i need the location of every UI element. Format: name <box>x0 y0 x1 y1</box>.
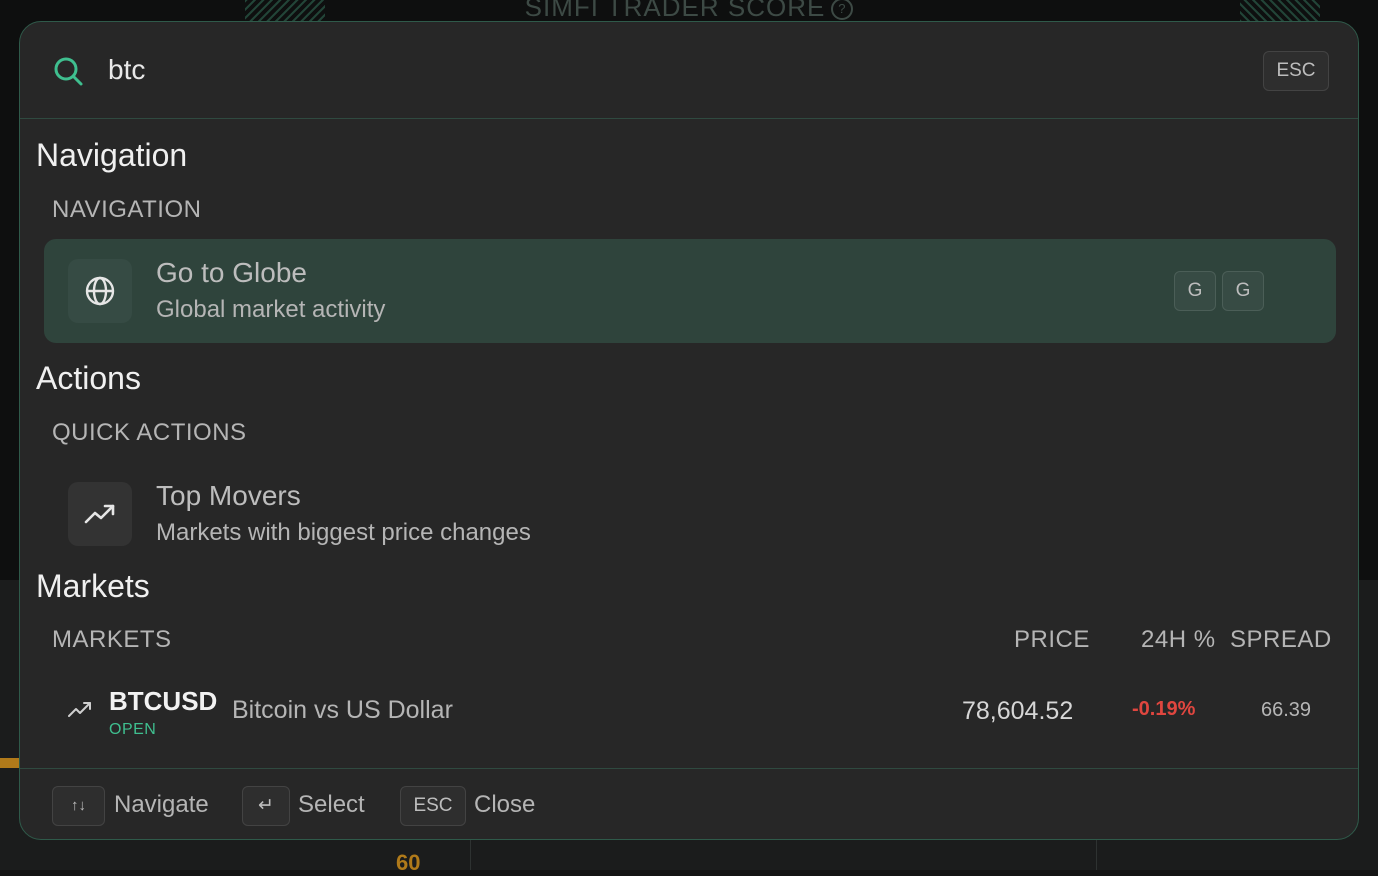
trending-up-icon <box>68 702 91 717</box>
navigate-label: Navigate <box>114 791 209 818</box>
background-score-title: SIMFI TRADER SCORE? <box>0 0 1378 23</box>
market-ticker: BTCUSD <box>109 686 218 716</box>
item-title: Top Movers <box>156 480 301 511</box>
background-divider <box>1096 840 1097 870</box>
column-header-price: PRICE <box>1014 626 1090 653</box>
score-title-text: SIMFI TRADER SCORE <box>524 0 826 22</box>
item-icon-box <box>68 482 132 546</box>
group-subtitle-navigation: NAVIGATION <box>52 196 202 223</box>
group-title-navigation: Navigation <box>36 137 188 173</box>
background-progress-bar <box>0 758 20 768</box>
close-label: Close <box>474 791 536 818</box>
enter-key: ↵ <box>242 786 290 826</box>
search-input[interactable] <box>108 50 1208 90</box>
market-price: 78,604.52 <box>962 697 1074 725</box>
close-key: ESC <box>400 786 466 826</box>
group-title-actions: Actions <box>36 360 141 396</box>
footer-hints: ↑↓ Navigate ↵ Select ESC Close <box>20 768 1358 839</box>
item-description: Markets with biggest price changes <box>156 519 531 546</box>
search-icon <box>54 57 83 86</box>
market-row-btcusd[interactable]: BTCUSD OPEN Bitcoin vs US Dollar 78,604.… <box>44 672 1336 762</box>
globe-icon <box>85 276 115 306</box>
market-change: -0.19% <box>1132 698 1196 720</box>
trending-up-icon <box>84 504 115 524</box>
shortcut-key: G <box>1222 271 1264 311</box>
group-subtitle-actions: QUICK ACTIONS <box>52 419 247 446</box>
item-icon-box <box>68 259 132 323</box>
navigate-key: ↑↓ <box>52 786 105 826</box>
item-description: Global market activity <box>156 296 386 323</box>
command-item-go-to-globe[interactable]: Go to Globe Global market activity G G <box>44 239 1336 343</box>
select-label: Select <box>298 791 365 818</box>
help-icon: ? <box>831 0 854 21</box>
market-spread: 66.39 <box>1261 699 1312 721</box>
market-status-badge: OPEN <box>109 721 157 738</box>
column-header-markets: MARKETS <box>52 626 172 653</box>
command-item-top-movers[interactable]: Top Movers Markets with biggest price ch… <box>44 462 1336 566</box>
search-bar: ESC <box>20 22 1358 119</box>
command-palette: ESC Navigation NAVIGATION Go to Globe Gl… <box>19 21 1359 840</box>
shortcut-key: G <box>1174 271 1216 311</box>
background-divider <box>470 840 471 870</box>
column-header-spread: SPREAD <box>1230 626 1332 653</box>
market-name: Bitcoin vs US Dollar <box>232 696 453 724</box>
item-title: Go to Globe <box>156 257 307 288</box>
background-number: 60 <box>396 850 421 875</box>
column-header-change: 24H % <box>1141 626 1216 653</box>
esc-button[interactable]: ESC <box>1263 51 1329 91</box>
group-title-markets: Markets <box>36 568 150 604</box>
